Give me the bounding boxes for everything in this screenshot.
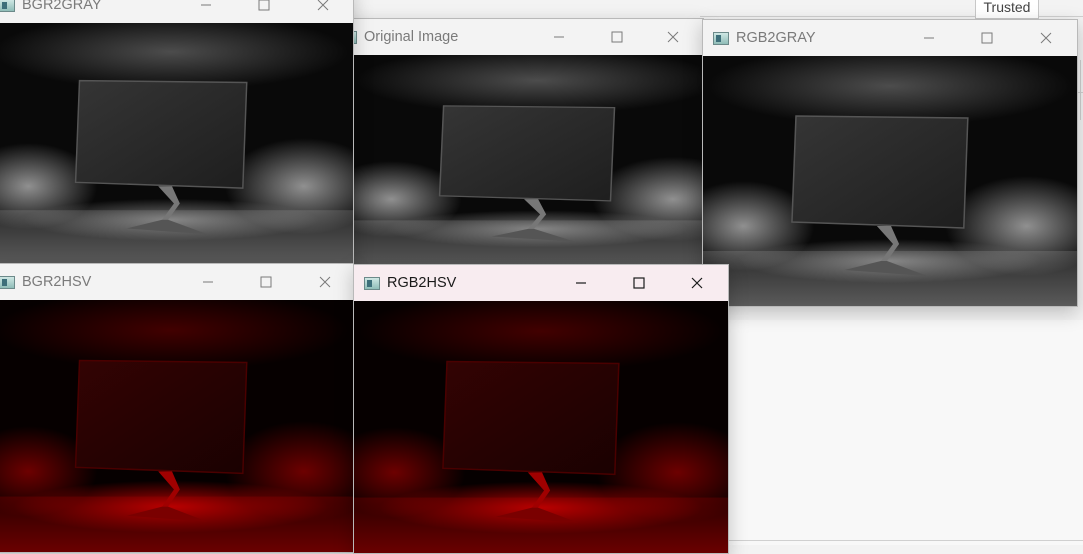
maximize-button[interactable]: [243, 264, 289, 300]
maximize-button[interactable]: [964, 20, 1010, 56]
close-button[interactable]: [300, 0, 346, 23]
bottom-divider: [728, 540, 1083, 541]
titlebar[interactable]: RGB2HSV: [354, 265, 728, 301]
maximize-icon: [258, 0, 270, 11]
bgr2gray-image-canvas: [0, 23, 353, 263]
minimize-button[interactable]: [185, 264, 231, 300]
titlebar[interactable]: BGR2HSV: [0, 264, 353, 300]
rgb2gray-window[interactable]: RGB2GRAY: [702, 19, 1078, 307]
maximize-icon: [981, 32, 993, 44]
close-icon: [319, 276, 331, 288]
close-button[interactable]: [302, 264, 348, 300]
minimize-button[interactable]: [183, 0, 229, 23]
close-button[interactable]: [650, 19, 696, 55]
maximize-button[interactable]: [241, 0, 287, 23]
titlebar[interactable]: RGB2GRAY: [703, 20, 1077, 56]
rgb2hsv-image-canvas: [354, 301, 728, 553]
original-image-window[interactable]: Original Image: [330, 18, 704, 268]
bgr2hsv-window[interactable]: BGR2HSV: [0, 263, 354, 553]
bgr2gray-window[interactable]: BGR2GRAY: [0, 0, 354, 264]
cell-border-vertical: [1080, 60, 1081, 120]
app-icon: [0, 275, 15, 289]
minimize-icon: [576, 282, 586, 284]
app-icon: [364, 276, 380, 290]
app-icon: [713, 31, 729, 45]
close-icon: [1040, 32, 1052, 44]
close-icon: [317, 0, 329, 11]
rgb2hsv-window[interactable]: RGB2HSV: [353, 264, 729, 554]
minimize-icon: [203, 281, 213, 283]
minimize-icon: [924, 37, 934, 39]
app-icon: [0, 0, 15, 12]
minimize-icon: [201, 4, 211, 6]
close-icon: [691, 277, 703, 289]
rgb2gray-image-canvas: [703, 56, 1077, 306]
maximize-icon: [260, 276, 272, 288]
minimize-icon: [554, 36, 564, 38]
close-button[interactable]: [1023, 20, 1069, 56]
titlebar[interactable]: Original Image: [331, 19, 703, 55]
minimize-button[interactable]: [536, 19, 582, 55]
close-button[interactable]: [674, 265, 720, 301]
output-area: [728, 320, 1083, 545]
maximize-button[interactable]: [594, 19, 640, 55]
original-image-canvas: [331, 55, 703, 267]
trusted-indicator[interactable]: Trusted: [975, 0, 1039, 19]
maximize-icon: [633, 277, 645, 289]
close-icon: [667, 31, 679, 43]
maximize-icon: [611, 31, 623, 43]
minimize-button[interactable]: [906, 20, 952, 56]
maximize-button[interactable]: [616, 265, 662, 301]
minimize-button[interactable]: [558, 265, 604, 301]
bgr2hsv-image-canvas: [0, 300, 353, 552]
